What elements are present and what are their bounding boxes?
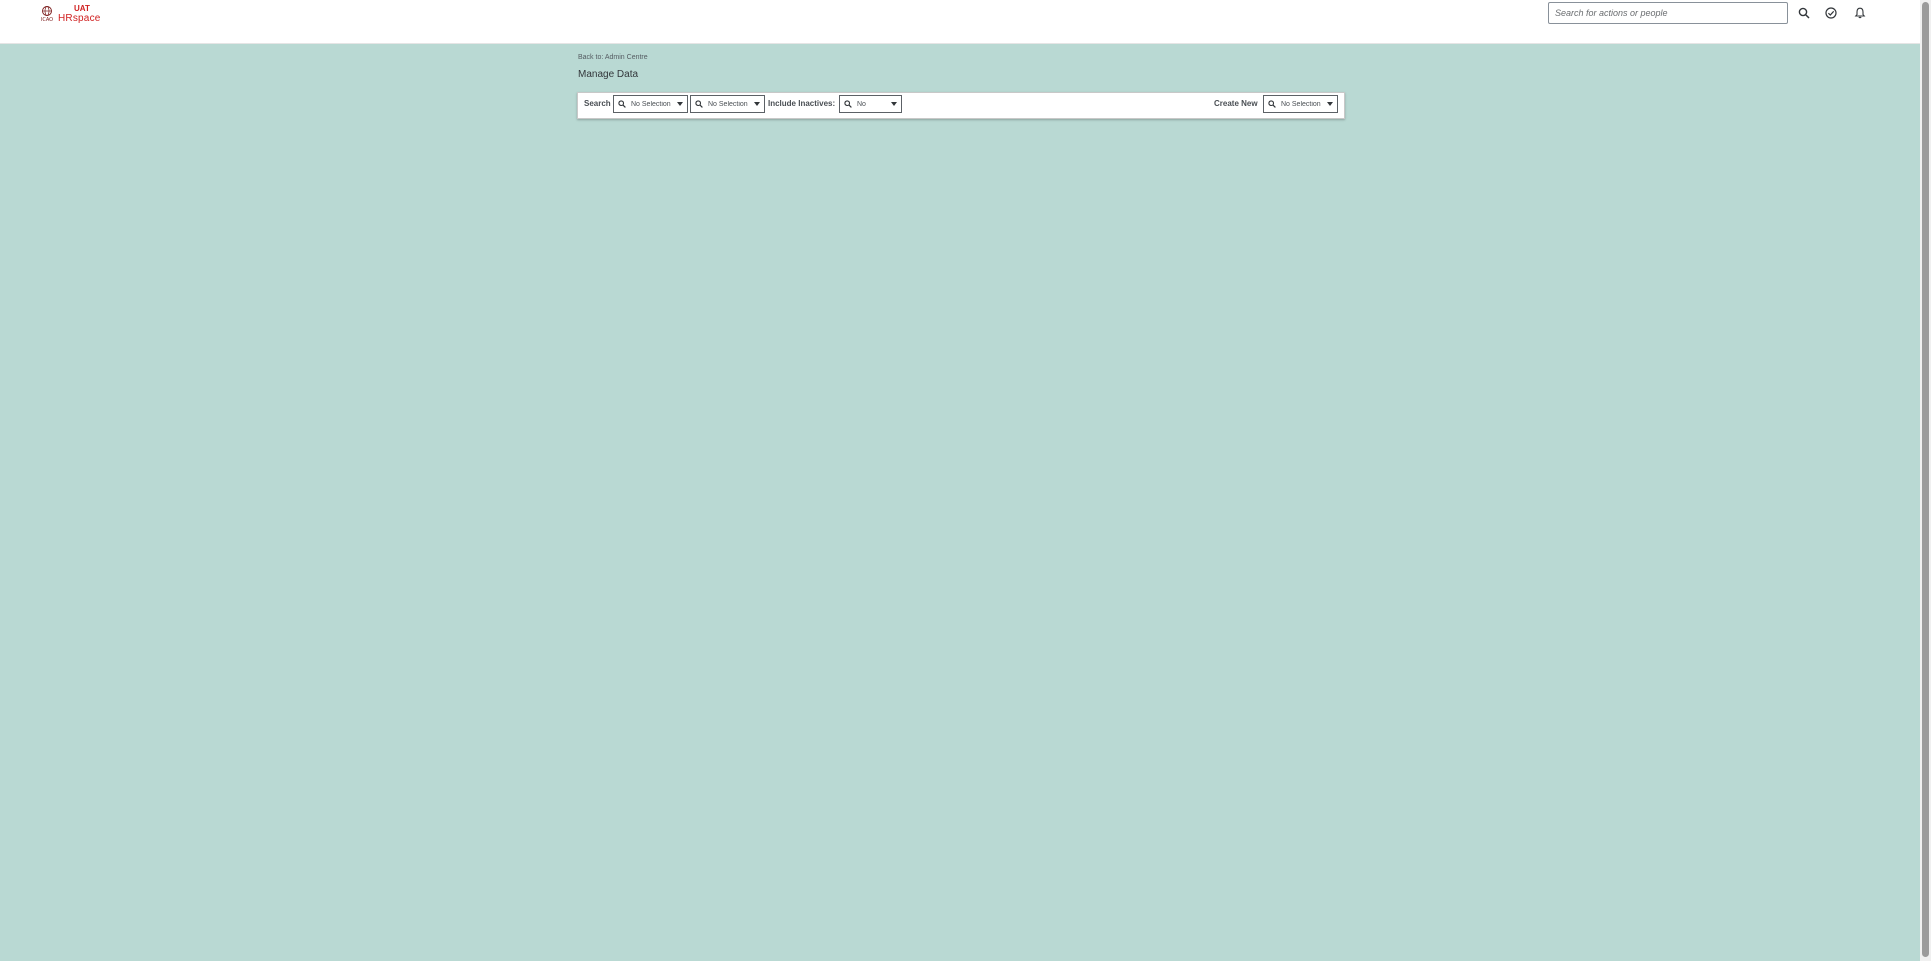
notifications-icon[interactable] xyxy=(1852,5,1868,21)
org-emblem: ICAO xyxy=(38,5,56,25)
globe-icon xyxy=(42,6,52,16)
create-new-label: Create New xyxy=(1214,99,1258,108)
caret-down-icon xyxy=(889,99,899,109)
search-icon[interactable] xyxy=(1796,5,1812,21)
create-new-select[interactable]: No Selection xyxy=(1263,95,1338,113)
search-type-select[interactable]: No Selection xyxy=(613,95,688,113)
global-search-input[interactable] xyxy=(1548,2,1788,24)
manage-data-toolbar: Search No Selection No Selection Include… xyxy=(577,92,1345,119)
approvals-icon[interactable] xyxy=(1823,5,1839,21)
back-to-admin-link[interactable]: Back to: Admin Centre xyxy=(578,54,648,61)
page-scrollbar[interactable] xyxy=(1920,0,1931,961)
search-icon xyxy=(842,98,854,110)
search-record-select[interactable]: No Selection xyxy=(690,95,765,113)
scrollbar-thumb[interactable] xyxy=(1922,2,1929,957)
page-title: Manage Data xyxy=(578,69,639,80)
select-value: No Selection xyxy=(708,100,748,108)
product-name: HRspace xyxy=(58,13,101,24)
include-inactives-select[interactable]: No xyxy=(839,95,902,113)
search-icon xyxy=(1266,98,1278,110)
shell-bar: ICAO UAT HRspace xyxy=(0,0,1920,44)
org-text: ICAO xyxy=(40,17,54,23)
caret-down-icon xyxy=(1325,99,1335,109)
select-value: No xyxy=(857,100,866,108)
select-value: No Selection xyxy=(1281,100,1321,108)
company-logo[interactable]: ICAO UAT HRspace xyxy=(38,4,101,25)
environment-label: UAT xyxy=(74,4,90,13)
search-label: Search xyxy=(584,99,611,108)
include-inactives-label: Include Inactives: xyxy=(768,99,836,108)
caret-down-icon xyxy=(675,99,685,109)
search-icon xyxy=(693,98,705,110)
select-value: No Selection xyxy=(631,100,671,108)
caret-down-icon xyxy=(752,99,762,109)
search-icon xyxy=(616,98,628,110)
